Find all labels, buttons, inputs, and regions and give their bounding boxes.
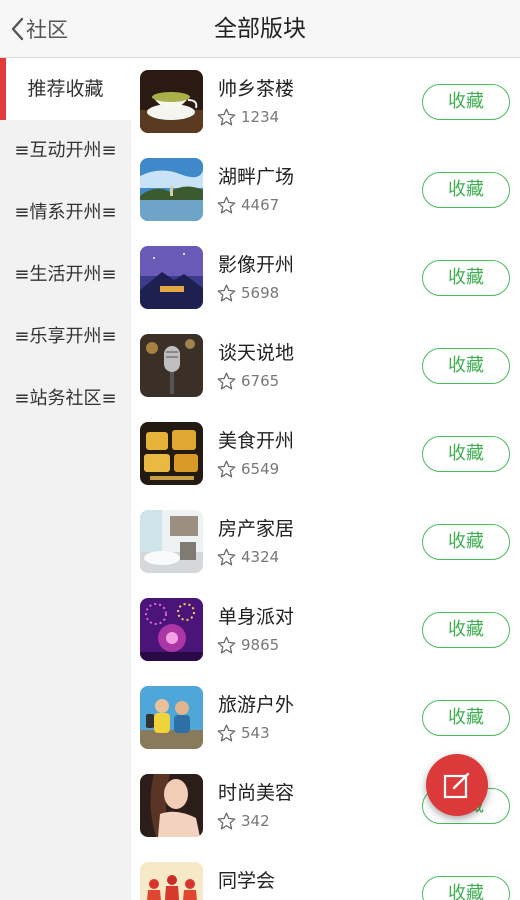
board-row[interactable]: 湖畔广场 4467 收藏: [131, 146, 520, 234]
board-name: 帅乡茶楼: [218, 78, 295, 100]
follower-count: 6765: [241, 372, 280, 390]
favorite-button[interactable]: 收藏: [422, 876, 510, 900]
board-name: 同学会: [218, 870, 276, 892]
board-stats: 4467: [217, 196, 279, 214]
board-row[interactable]: 谈天说地 6765 收藏: [131, 322, 520, 410]
foodie-poster-image: [140, 422, 203, 485]
board-name: 谈天说地: [218, 342, 295, 364]
favorite-button[interactable]: 收藏: [422, 172, 510, 208]
board-row[interactable]: 房产家居 4324 收藏: [131, 498, 520, 586]
board-row[interactable]: 同学会 收藏: [131, 850, 520, 900]
star-outline-icon: [217, 812, 236, 830]
interior-room-image: [140, 510, 203, 573]
sidebar-item-life[interactable]: ≡生活开州≡: [0, 244, 131, 306]
follower-count: 9865: [241, 636, 280, 654]
board-name: 湖畔广场: [218, 166, 295, 188]
follower-count: 543: [241, 724, 270, 742]
board-name: 单身派对: [218, 606, 295, 628]
star-outline-icon: [217, 196, 236, 214]
board-name: 影像开州: [218, 254, 295, 276]
board-name: 时尚美容: [218, 782, 295, 804]
board-row[interactable]: 单身派对 9865 收藏: [131, 586, 520, 674]
board-name: 房产家居: [218, 518, 295, 540]
board-stats: 342: [217, 812, 270, 830]
star-outline-icon: [217, 724, 236, 742]
page-title: 全部版块: [214, 16, 306, 42]
board-name: 美食开州: [218, 430, 295, 452]
board-stats: 9865: [217, 636, 279, 654]
board-stats: 6549: [217, 460, 279, 478]
follower-count: 4467: [241, 196, 280, 214]
sidebar-item-affection[interactable]: ≡情系开州≡: [0, 182, 131, 244]
favorite-button[interactable]: 收藏: [422, 348, 510, 384]
classmates-image: [140, 862, 203, 900]
sidebar-item-site-affairs[interactable]: ≡站务社区≡: [0, 368, 131, 430]
board-name: 旅游户外: [218, 694, 295, 716]
sidebar-item-interactive[interactable]: ≡互动开州≡: [0, 120, 131, 182]
follower-count: 342: [241, 812, 270, 830]
tea-cup-image: [140, 70, 203, 133]
follower-count: 6549: [241, 460, 280, 478]
lakeside-image: [140, 158, 203, 221]
favorite-button[interactable]: 收藏: [422, 612, 510, 648]
favorite-button[interactable]: 收藏: [422, 436, 510, 472]
party-fireworks-image: [140, 598, 203, 661]
follower-count: 5698: [241, 284, 280, 302]
compose-button[interactable]: [426, 754, 488, 816]
star-outline-icon: [217, 548, 236, 566]
board-row[interactable]: 旅游户外 543 收藏: [131, 674, 520, 762]
category-sidebar: 推荐收藏 ≡互动开州≡ ≡情系开州≡ ≡生活开州≡ ≡乐享开州≡ ≡站务社区≡: [0, 58, 131, 900]
favorite-button[interactable]: 收藏: [422, 524, 510, 560]
favorite-button[interactable]: 收藏: [422, 260, 510, 296]
star-outline-icon: [217, 284, 236, 302]
star-outline-icon: [217, 372, 236, 390]
board-row[interactable]: 影像开州 5698 收藏: [131, 234, 520, 322]
travelers-image: [140, 686, 203, 749]
navigation-bar: 社区 全部版块: [0, 0, 520, 58]
star-outline-icon: [217, 108, 236, 126]
night-mountain-image: [140, 246, 203, 309]
board-stats: 543: [217, 724, 270, 742]
microphone-image: [140, 334, 203, 397]
board-row[interactable]: 美食开州 6549 收藏: [131, 410, 520, 498]
follower-count: 1234: [241, 108, 280, 126]
board-stats: 5698: [217, 284, 279, 302]
board-stats: 4324: [217, 548, 279, 566]
star-outline-icon: [217, 636, 236, 654]
sidebar-item-recommended[interactable]: 推荐收藏: [0, 58, 131, 120]
favorite-button[interactable]: 收藏: [422, 700, 510, 736]
favorite-button[interactable]: 收藏: [422, 84, 510, 120]
star-outline-icon: [217, 460, 236, 478]
board-stats: 1234: [217, 108, 279, 126]
follower-count: 4324: [241, 548, 280, 566]
board-stats: 6765: [217, 372, 279, 390]
edit-icon: [443, 772, 470, 799]
fashion-portrait-image: [140, 774, 203, 837]
sidebar-item-enjoy[interactable]: ≡乐享开州≡: [0, 306, 131, 368]
board-row[interactable]: 帅乡茶楼 1234 收藏: [131, 58, 520, 146]
